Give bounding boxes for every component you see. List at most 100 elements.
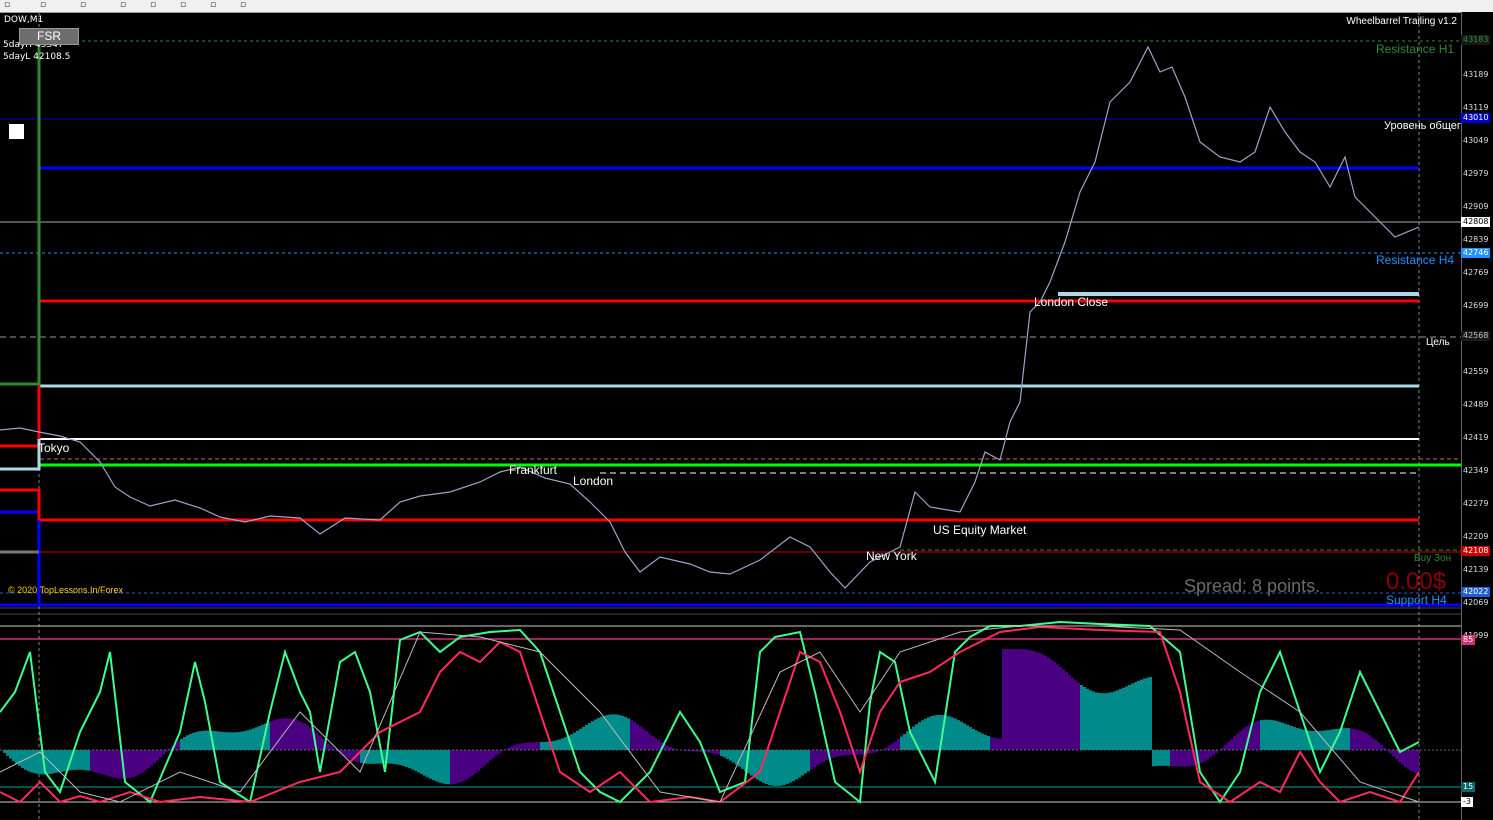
histogram-bar — [564, 737, 567, 750]
histogram-bar — [495, 750, 498, 756]
checkbox[interactable] — [9, 124, 24, 139]
session-london-close: London Close — [1034, 295, 1109, 309]
histogram-bar — [372, 750, 375, 764]
histogram-bar — [1203, 750, 1206, 762]
histogram-bar — [1020, 649, 1023, 750]
histogram-bar — [99, 750, 102, 774]
price-chart[interactable] — [0, 12, 1461, 820]
histogram-bar — [1134, 682, 1137, 750]
histogram-bar — [855, 750, 858, 755]
toolbar-icon[interactable]: ▫ — [180, 1, 190, 10]
toolbar-icon[interactable]: ▫ — [4, 1, 14, 10]
histogram-bar — [1128, 684, 1131, 750]
histogram-bar — [954, 718, 957, 750]
toolbar-icon[interactable]: ▫ — [150, 1, 160, 10]
histogram-bar — [252, 728, 255, 750]
histogram-bar — [1104, 693, 1107, 750]
histogram-bar — [1239, 731, 1242, 750]
histogram-bar — [219, 731, 222, 750]
histogram-bar — [1254, 721, 1257, 750]
histogram-bar — [204, 730, 207, 750]
indicator-tag: -3 — [1461, 797, 1473, 807]
histogram-bar — [900, 736, 903, 750]
histogram-bar — [462, 750, 465, 782]
histogram-bar — [1113, 691, 1116, 750]
histogram-bar — [486, 750, 489, 764]
price-axis[interactable] — [1461, 12, 1493, 820]
histogram-bar — [126, 750, 129, 779]
histogram-bar — [636, 724, 639, 750]
toolbar-icon[interactable]: ▫ — [40, 1, 50, 10]
histogram-bar — [1056, 664, 1059, 750]
histogram-bar — [489, 750, 492, 761]
histogram-bar — [1098, 692, 1101, 750]
price-tick-label: 42559 — [1463, 367, 1489, 376]
histogram-bar — [951, 717, 954, 750]
histogram-bar — [1344, 728, 1347, 750]
histogram-bar — [654, 738, 657, 750]
histogram-bar — [924, 718, 927, 750]
histogram-bar — [525, 742, 528, 750]
histogram-bar — [54, 750, 57, 774]
price-tick-label: 42979 — [1463, 169, 1489, 178]
histogram-bar — [432, 750, 435, 781]
histogram-bar — [390, 750, 393, 764]
toolbar-icon[interactable]: ▫ — [210, 1, 220, 10]
histogram-bar — [891, 743, 894, 750]
histogram-bar — [477, 750, 480, 771]
histogram-bar — [1086, 688, 1089, 750]
histogram-bar — [468, 750, 471, 778]
histogram-bar — [480, 750, 483, 769]
histogram-bar — [657, 740, 660, 750]
histogram-bar — [417, 750, 420, 773]
histogram-bar — [1005, 649, 1008, 750]
histogram-bar — [903, 734, 906, 750]
histogram-bar — [732, 750, 735, 763]
toolbar-icon[interactable]: ▫ — [240, 1, 250, 10]
histogram-bar — [105, 750, 108, 776]
histogram-bar — [1029, 650, 1032, 750]
histogram-bar — [1242, 728, 1245, 750]
histogram-bar — [597, 718, 600, 750]
histogram-bar — [528, 742, 531, 750]
histogram-bar — [780, 750, 783, 786]
session-london: London — [573, 474, 614, 488]
fsr-button[interactable]: FSR — [19, 28, 79, 45]
histogram-bar — [192, 732, 195, 750]
histogram-bar — [33, 750, 36, 774]
histogram-bar — [1038, 652, 1041, 750]
histogram-bar — [1404, 750, 1407, 768]
histogram-bar — [348, 750, 351, 760]
indicator-tag: 85 — [1461, 635, 1476, 645]
histogram-bar — [141, 750, 144, 773]
histogram-bar — [576, 730, 579, 750]
histogram-bar — [519, 743, 522, 750]
histogram-bar — [1011, 649, 1014, 750]
histogram-bar — [642, 728, 645, 750]
toolbar-icon[interactable]: ▫ — [80, 1, 90, 10]
histogram-bar — [1281, 722, 1284, 750]
histogram-bar — [111, 750, 114, 778]
histogram-bar — [93, 750, 96, 772]
toolbar-icon[interactable]: ▫ — [120, 1, 130, 10]
histogram-bar — [1146, 677, 1149, 750]
histogram-bar — [714, 750, 717, 754]
histogram-bar — [981, 733, 984, 750]
histogram-bar — [285, 718, 288, 750]
histogram-bar — [906, 731, 909, 750]
histogram-bar — [1206, 750, 1209, 760]
histogram-bar — [288, 718, 291, 750]
histogram-bar — [666, 745, 669, 750]
histogram-bar — [996, 738, 999, 750]
histogram-bar — [441, 750, 444, 784]
histogram-bar — [588, 723, 591, 750]
histogram-bar — [516, 744, 519, 750]
histogram-bar — [198, 731, 201, 750]
histogram-bar — [399, 750, 402, 766]
resistance-h1-label: Resistance H1 — [1376, 42, 1455, 56]
price-tick-label: 42069 — [1463, 598, 1489, 607]
histogram-bar — [330, 746, 333, 750]
histogram-bar — [270, 721, 273, 750]
five-day-low: 5dayL 42108.5 — [3, 52, 71, 62]
histogram-bar — [30, 750, 33, 773]
